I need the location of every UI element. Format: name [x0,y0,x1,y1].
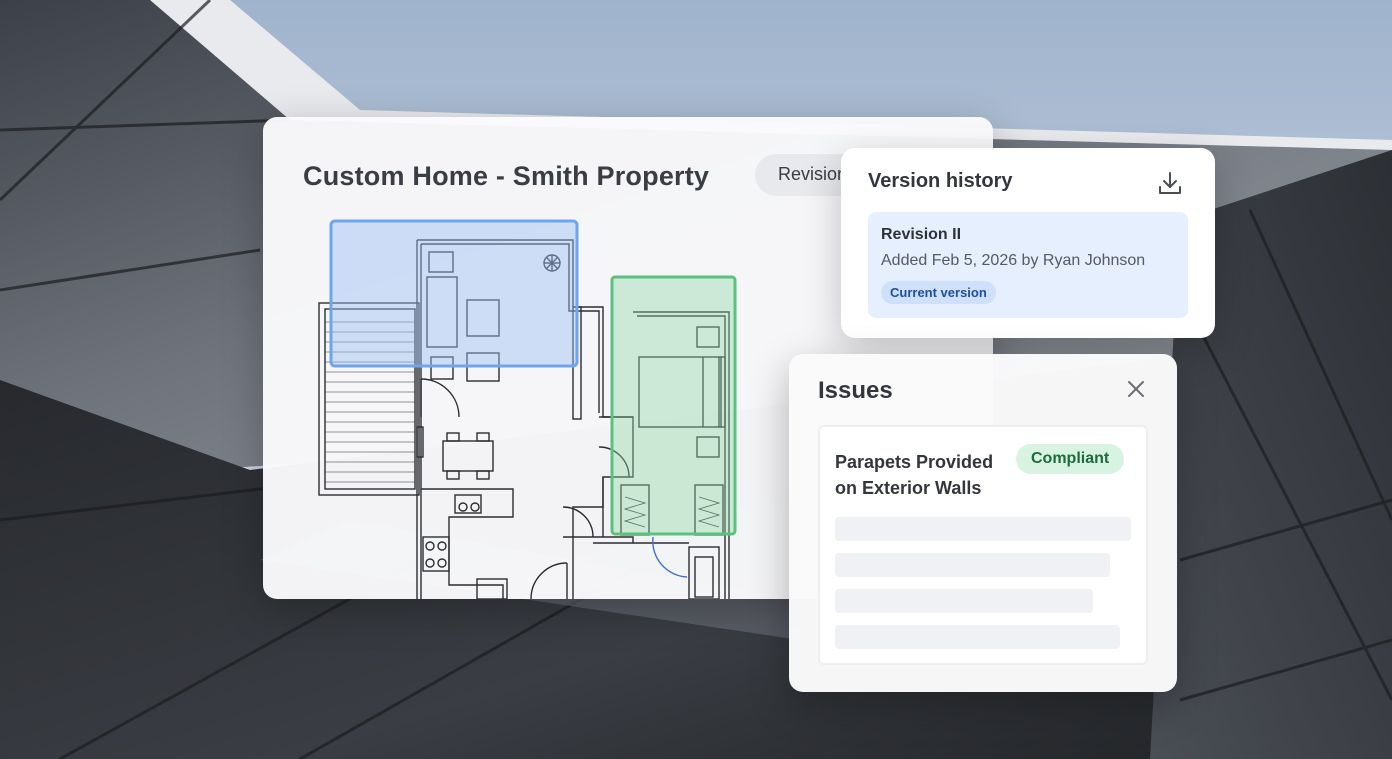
highlight-living-room[interactable] [329,219,579,368]
skeleton-line [835,589,1093,613]
download-button[interactable] [1155,168,1185,198]
issue-card[interactable]: Parapets Provided on Exterior Walls Comp… [818,425,1148,665]
issue-title: Parapets Provided on Exterior Walls [835,452,994,498]
project-title: Custom Home - Smith Property [303,161,710,191]
current-version-badge: Current version [881,281,996,304]
issues-title: Issues [818,377,893,404]
revision-name: Revision II [881,226,962,243]
version-history-panel: Version history Revision II Added Feb 5,… [841,148,1215,338]
skeleton-line [835,553,1110,577]
status-badge: Compliant [1016,444,1125,474]
revision-meta: Added Feb 5, 2026 by Ryan Johnson [881,252,1146,269]
issues-panel: Issues Parapets Provided on Exterior Wal… [789,354,1177,692]
skeleton-line [835,625,1120,649]
current-revision-card[interactable]: Revision II Added Feb 5, 2026 by Ryan Jo… [868,212,1188,318]
highlight-bedroom[interactable] [610,275,737,536]
download-icon [1159,172,1181,194]
close-button[interactable] [1125,378,1147,400]
version-history-title: Version history [868,170,1013,192]
skeleton-line [835,517,1131,541]
close-icon [1128,381,1144,397]
